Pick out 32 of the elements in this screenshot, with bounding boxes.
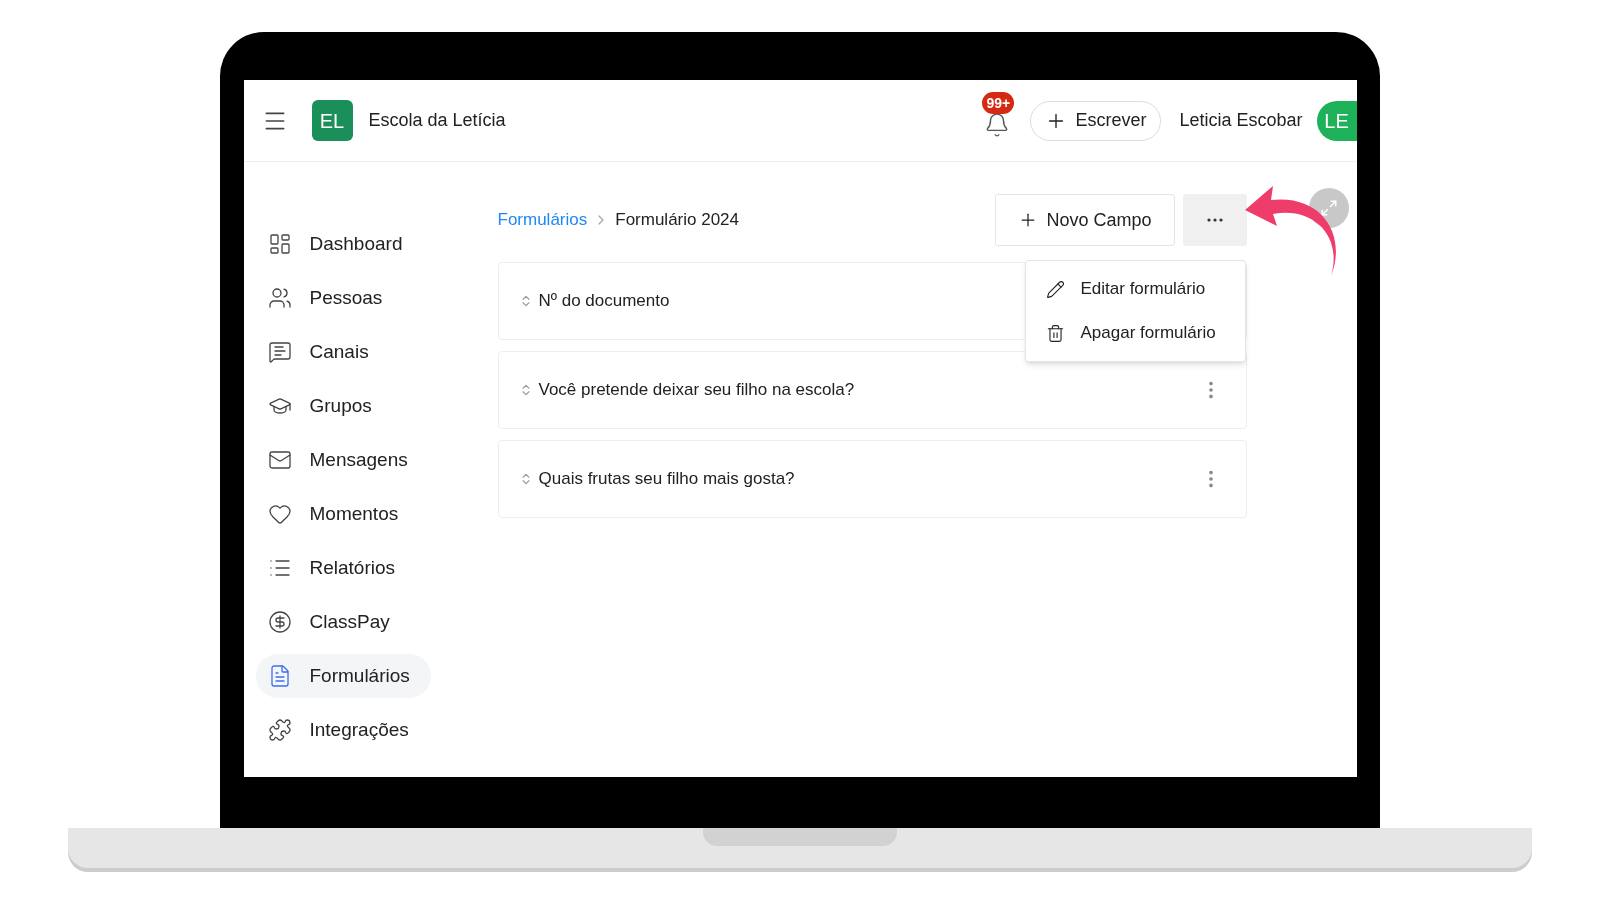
sidebar-item[interactable]: Formulários <box>255 654 431 698</box>
people-icon <box>267 286 292 310</box>
trash-icon <box>1045 323 1065 343</box>
dashboard-icon <box>267 232 292 256</box>
notification-badge: 99+ <box>982 91 1015 114</box>
sidebar-item[interactable]: Pessoas <box>255 276 431 320</box>
menu-item[interactable]: Editar formulário <box>1025 267 1245 311</box>
new-field-button[interactable]: Novo Campo <box>995 194 1175 246</box>
sidebar-item[interactable]: Dashboard <box>255 222 431 266</box>
field-label: Quais frutas seu filho mais gosta? <box>538 468 795 491</box>
sidebar-item[interactable]: Integrações <box>255 708 431 752</box>
sidebar-item[interactable]: Canais <box>255 330 431 374</box>
sidebar-item[interactable]: Relatórios <box>255 546 431 590</box>
school-logo: EL <box>311 100 353 141</box>
sidebar-item[interactable]: ClassPay <box>255 600 431 644</box>
school-name: Escola da Letícia <box>368 109 506 132</box>
breadcrumb-current: Formulário 2024 <box>615 209 740 232</box>
sidebar-item[interactable]: Mensagens <box>255 438 431 482</box>
sidebar-item[interactable]: Momentos <box>255 492 431 536</box>
form-field-card[interactable]: Quais frutas seu filho mais gosta? <box>497 440 1247 518</box>
field-label: Você pretende deixar seu filho na escola? <box>538 379 855 402</box>
sidebar-item[interactable]: Grupos <box>255 384 431 428</box>
dollar-coin-icon <box>267 610 292 634</box>
puzzle-icon <box>267 718 292 742</box>
user-name: Leticia Escobar <box>1179 109 1303 132</box>
mail-icon <box>267 448 292 472</box>
heart-icon <box>267 502 292 526</box>
chat-icon <box>267 340 292 364</box>
more-icon <box>1206 218 1223 222</box>
breadcrumb-link[interactable]: Formulários <box>497 207 588 233</box>
field-label: Nº do documento <box>538 290 670 313</box>
pencil-icon <box>1045 279 1065 299</box>
